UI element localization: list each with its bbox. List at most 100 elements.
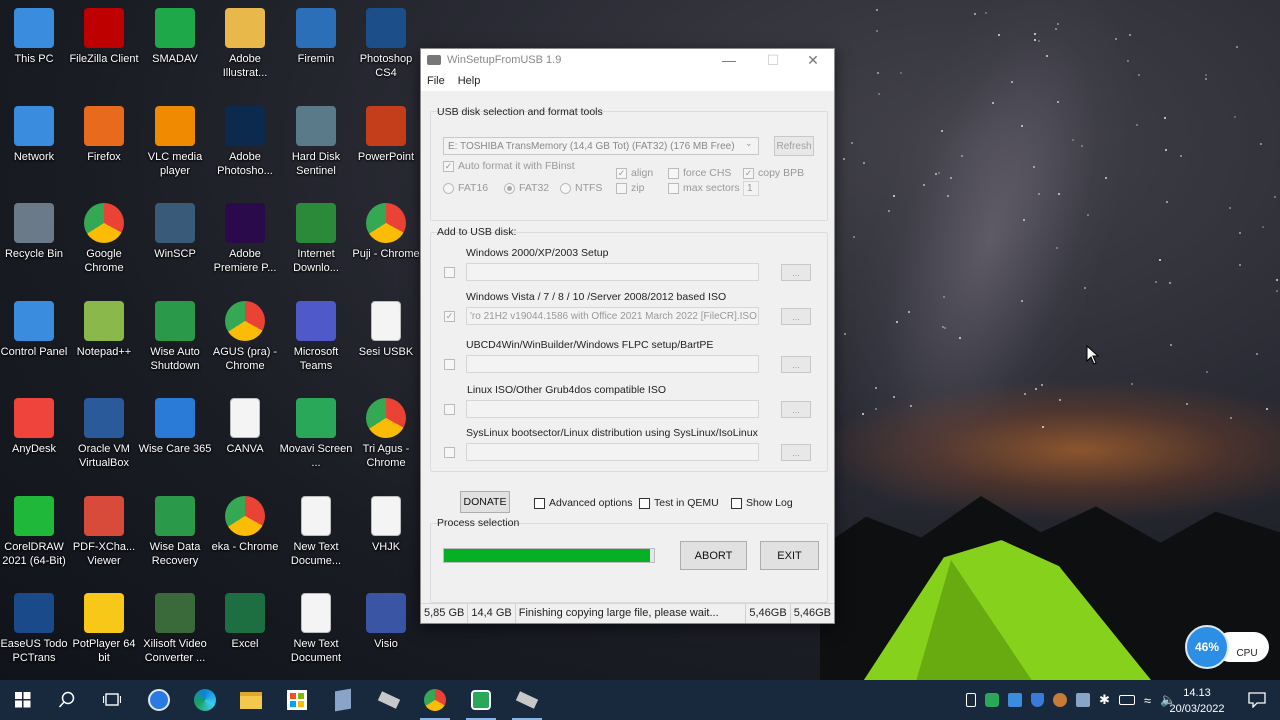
menu-help[interactable]: Help xyxy=(458,75,481,87)
desktop-icon[interactable]: Notepad++ xyxy=(66,301,142,359)
refresh-button[interactable]: Refresh xyxy=(774,136,814,156)
search-button[interactable] xyxy=(44,680,90,720)
desktop-icon[interactable]: This PC xyxy=(0,8,72,66)
browse-button[interactable]: ... xyxy=(781,444,811,461)
close-button[interactable]: ✕ xyxy=(791,49,835,71)
bluetooth-icon[interactable]: ✱ xyxy=(1099,692,1110,708)
copy-bpb-checkbox[interactable]: ✓ xyxy=(743,168,754,179)
movavi-tray-icon[interactable] xyxy=(985,693,999,707)
clock[interactable]: 14.13 20/03/2022 xyxy=(1162,685,1232,717)
force-chs-checkbox[interactable] xyxy=(668,168,679,179)
browse-button[interactable]: ... xyxy=(781,356,811,373)
desktop-icon[interactable]: VHJK xyxy=(348,496,424,554)
exit-button[interactable]: EXIT xyxy=(760,541,819,570)
desktop-icon[interactable]: SMADAV xyxy=(137,8,213,66)
desktop-icon[interactable]: New Text Document xyxy=(278,593,354,665)
task-view-button[interactable] xyxy=(89,680,135,720)
taskbar-app-movavi[interactable] xyxy=(458,680,504,720)
fat16-radio[interactable] xyxy=(443,183,454,194)
desktop-icon[interactable]: FileZilla Client xyxy=(66,8,142,66)
source-checkbox[interactable] xyxy=(444,267,455,278)
taskbar-app-winsetupfromusb[interactable] xyxy=(504,680,550,720)
desktop-icon[interactable]: Internet Downlo... xyxy=(278,203,354,275)
auto-format-checkbox[interactable]: ✓ xyxy=(443,161,454,172)
fat32-radio[interactable] xyxy=(504,183,515,194)
desktop-icon[interactable]: Firefox xyxy=(66,106,142,164)
notifications-button[interactable] xyxy=(1234,680,1280,720)
desktop-icon[interactable]: PowerPoint xyxy=(348,106,424,164)
desktop-icon[interactable]: Visio xyxy=(348,593,424,651)
desktop-icon[interactable]: Xilisoft Video Converter ... xyxy=(137,593,213,665)
desktop-icon[interactable]: Movavi Screen ... xyxy=(278,398,354,470)
taskbar-app-usb-tool[interactable] xyxy=(366,680,412,720)
source-path-field[interactable]: 'ro 21H2 v19044.1586 with Office 2021 Ma… xyxy=(466,307,759,325)
battery-icon[interactable] xyxy=(1118,695,1135,705)
desktop-icon[interactable]: Excel xyxy=(207,593,283,651)
desktop-icon[interactable]: EaseUS Todo PCTrans xyxy=(0,593,72,665)
network-tray-icon[interactable] xyxy=(1008,693,1022,707)
wifi-icon[interactable]: ≈ xyxy=(1144,693,1151,708)
desktop-icon[interactable]: CorelDRAW 2021 (64-Bit) xyxy=(0,496,72,568)
usb-disk-select[interactable]: E: TOSHIBA TransMemory (14,4 GB Tot) (FA… xyxy=(443,137,759,155)
desktop-icon[interactable]: Network xyxy=(0,106,72,164)
desktop-icon[interactable]: Puji - Chrome xyxy=(348,203,424,261)
taskbar-app-store[interactable] xyxy=(274,680,320,720)
usb-drive-icon[interactable] xyxy=(966,693,976,707)
desktop-icon[interactable]: Firemin xyxy=(278,8,354,66)
desktop-icon[interactable]: PDF-XCha... Viewer xyxy=(66,496,142,568)
desktop-icon[interactable]: Adobe Premiere P... xyxy=(207,203,283,275)
show-log-checkbox[interactable] xyxy=(731,498,742,509)
desktop-icon[interactable]: Control Panel xyxy=(0,301,72,359)
maximize-button[interactable]: ☐ xyxy=(751,49,795,71)
max-sectors-checkbox[interactable] xyxy=(668,183,679,194)
align-checkbox[interactable]: ✓ xyxy=(616,168,627,179)
desktop-icon[interactable]: PotPlayer 64 bit xyxy=(66,593,142,665)
desktop-icon[interactable]: Wise Data Recovery xyxy=(137,496,213,568)
zip-checkbox[interactable] xyxy=(616,183,627,194)
desktop-icon[interactable]: Oracle VM VirtualBox xyxy=(66,398,142,470)
desktop-icon[interactable]: Wise Auto Shutdown xyxy=(137,301,213,373)
desktop-icon[interactable]: Hard Disk Sentinel xyxy=(278,106,354,178)
source-checkbox[interactable] xyxy=(444,447,455,458)
source-checkbox[interactable] xyxy=(444,359,455,370)
desktop-icon[interactable]: Adobe Photosho... xyxy=(207,106,283,178)
desktop-icon[interactable]: AGUS (pra) - Chrome xyxy=(207,301,283,373)
desktop-icon[interactable]: AnyDesk xyxy=(0,398,72,456)
taskbar-app-edge[interactable] xyxy=(182,680,228,720)
desktop-icon[interactable]: Google Chrome xyxy=(66,203,142,275)
shield-icon[interactable] xyxy=(1031,693,1044,707)
title-bar[interactable]: WinSetupFromUSB 1.9 — ☐ ✕ xyxy=(421,49,834,71)
browse-button[interactable]: ... xyxy=(781,401,811,418)
donate-button[interactable]: DONATE xyxy=(460,491,510,513)
desktop-icon[interactable]: Photoshop CS4 xyxy=(348,8,424,80)
display-tray-icon[interactable] xyxy=(1076,693,1090,707)
ntfs-radio[interactable] xyxy=(560,183,571,194)
browse-button[interactable]: ... xyxy=(781,308,811,325)
source-path-field[interactable] xyxy=(466,355,759,373)
minimize-button[interactable]: — xyxy=(707,49,751,71)
desktop-icon[interactable]: Adobe Illustrat... xyxy=(207,8,283,80)
source-path-field[interactable] xyxy=(466,263,759,281)
desktop-icon[interactable]: Microsoft Teams xyxy=(278,301,354,373)
source-path-field[interactable] xyxy=(466,443,759,461)
start-button[interactable] xyxy=(0,680,46,720)
desktop-icon[interactable]: New Text Docume... xyxy=(278,496,354,568)
desktop-icon[interactable]: VLC media player xyxy=(137,106,213,178)
max-sectors-input[interactable]: 1 xyxy=(743,181,759,196)
source-checkbox[interactable] xyxy=(444,404,455,415)
desktop-icon[interactable]: eka - Chrome xyxy=(207,496,283,554)
menu-file[interactable]: File xyxy=(427,75,445,87)
desktop-icon[interactable]: WinSCP xyxy=(137,203,213,261)
taskbar-app-thunderbird[interactable] xyxy=(136,680,182,720)
taskbar-app-chrome[interactable] xyxy=(412,680,458,720)
desktop-icon[interactable]: Tri Agus - Chrome xyxy=(348,398,424,470)
cpu-widget[interactable]: CPU 46% xyxy=(1185,625,1269,669)
app-tray-icon[interactable] xyxy=(1053,693,1067,707)
desktop-icon[interactable]: Sesi USBK xyxy=(348,301,424,359)
test-qemu-checkbox[interactable] xyxy=(639,498,650,509)
taskbar-app-box[interactable] xyxy=(320,680,366,720)
abort-button[interactable]: ABORT xyxy=(680,541,747,570)
desktop-icon[interactable]: CANVA xyxy=(207,398,283,456)
browse-button[interactable]: ... xyxy=(781,264,811,281)
desktop-icon[interactable]: Recycle Bin xyxy=(0,203,72,261)
